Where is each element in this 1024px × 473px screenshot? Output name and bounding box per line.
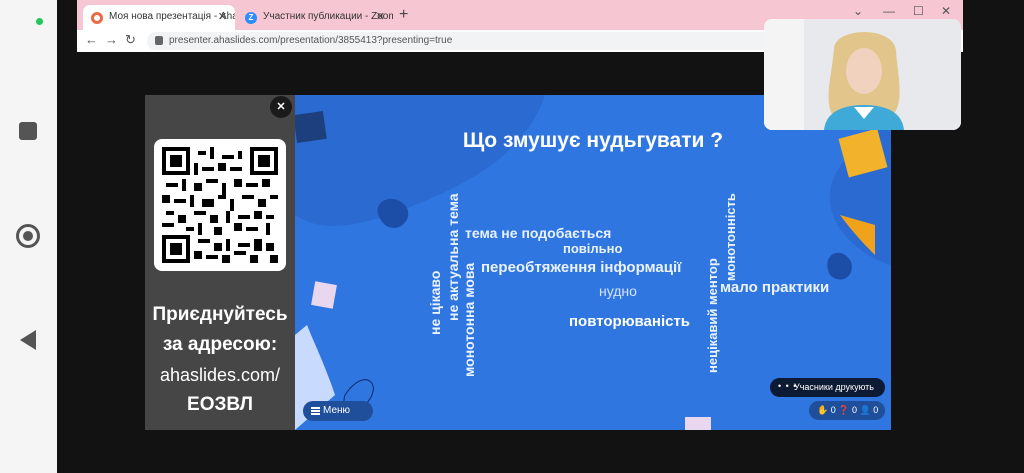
tab-zoom[interactable]: Z Участник публикации - Zoom ✕ [237, 5, 393, 30]
back-icon[interactable] [20, 330, 36, 350]
join-panel: Приєднуйтесь за адресою: ahaslides.com/ … [145, 95, 295, 430]
typing-label: Учасники друкують [794, 382, 874, 392]
address-bar[interactable]: presenter.ahaslides.com/presentation/385… [147, 32, 867, 50]
url-text: presenter.ahaslides.com/presentation/385… [169, 35, 453, 46]
tab-ahaslides[interactable]: Моя нова презентація - AhaSlid ✕ [83, 5, 235, 30]
word-malo-praktyky: мало практики [720, 279, 830, 296]
join-instructions: Приєднуйтесь за адресою: ahaslides.com/ … [145, 300, 295, 420]
home-icon[interactable] [16, 224, 40, 248]
participant-count: 0 [873, 405, 879, 415]
window-close-button[interactable]: ✕ [941, 4, 951, 18]
tab-label: Участник публикации - Zoom [263, 11, 393, 22]
question-icon: ❓ [838, 405, 850, 415]
menu-icon [311, 407, 320, 415]
back-arrow-icon[interactable]: ← [85, 32, 98, 47]
join-url: ahaslides.com/ [159, 365, 281, 385]
word-tema-ne-podobaetsya: тема не подобається [465, 225, 612, 241]
participants-typing-indicator: • • • Учасники друкують [770, 378, 885, 397]
recent-apps-icon[interactable] [19, 122, 37, 140]
slide-title: Що змушує нудьгувати ? [462, 129, 724, 152]
reaction-count: 0 [830, 405, 836, 415]
new-tab-button[interactable]: + [399, 6, 408, 24]
zoom-favicon-icon: Z [245, 12, 257, 24]
menu-button[interactable]: Меню [303, 401, 373, 421]
tab-close-icon[interactable]: ✕ [376, 10, 385, 23]
reload-icon[interactable]: ↻ [125, 32, 136, 48]
ahaslides-favicon-icon [91, 12, 103, 24]
maximize-button[interactable]: ☐ [913, 4, 924, 18]
word-monotonnist: монотонність [723, 193, 738, 281]
question-count: 0 [852, 405, 858, 415]
presenter-webcam[interactable] [764, 19, 961, 130]
forward-arrow-icon[interactable]: → [105, 32, 118, 47]
word-povtoryuvanist: повторюваність [569, 313, 691, 330]
audience-stats[interactable]: ✋ 0 ❓ 0 👤 0 [809, 401, 885, 420]
join-line2: за адресою: [162, 334, 278, 355]
join-code: ЕОЗВЛ [187, 394, 253, 415]
participants-icon: 👤 [859, 405, 871, 415]
join-line1: Приєднуйтесь [152, 304, 288, 325]
word-netsikavyi-mentor: нецікавий ментор [705, 258, 720, 373]
word-nudno: нудно [599, 283, 637, 299]
minimize-button[interactable]: — [883, 4, 895, 18]
reaction-icon: ✋ [817, 405, 829, 415]
typing-dots-icon: • • • [778, 381, 798, 391]
word-ne-tsikavo: не цікаво [427, 270, 443, 335]
tab-search-icon[interactable]: ⌄ [853, 4, 863, 18]
qr-code [154, 139, 286, 271]
tab-close-icon[interactable]: ✕ [218, 10, 227, 23]
android-nav-bar [0, 0, 57, 473]
tab-label: Моя нова презентація - AhaSlid [109, 11, 235, 22]
word-perevantazhennya: переобтяження інформації [481, 259, 682, 276]
status-dot-icon [36, 18, 43, 25]
word-monotonna-mova: монотонна мова [461, 262, 477, 377]
close-panel-button[interactable]: ✕ [270, 96, 292, 118]
presenter-video-image [764, 19, 961, 130]
word-povilno: повільно [563, 241, 623, 256]
lock-icon [155, 36, 163, 45]
word-ne-aktualna-tema: не актуальна тема [445, 193, 461, 321]
menu-label: Меню [323, 405, 351, 416]
